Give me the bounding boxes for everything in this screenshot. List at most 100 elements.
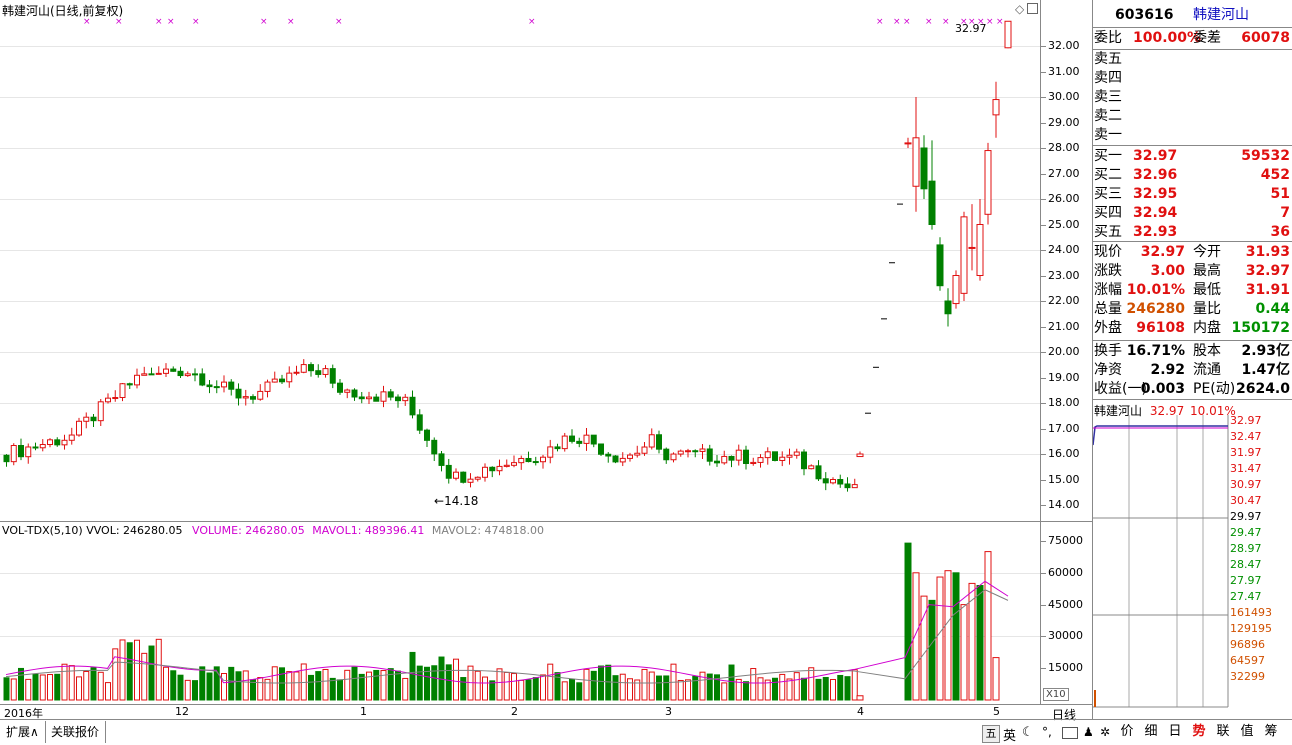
input-method-icon[interactable]: 五	[982, 725, 1000, 743]
volume-bar	[416, 665, 423, 701]
mavol1-value: MAVOL1: 489396.41	[312, 524, 425, 537]
candle-body	[815, 465, 822, 480]
volume-bar	[10, 678, 17, 701]
indicator-name[interactable]: VOL-TDX(5,10)	[2, 524, 83, 537]
volume-bar	[206, 672, 213, 701]
candle-body	[692, 450, 699, 453]
candle-body	[250, 396, 256, 400]
candle-body	[184, 373, 191, 377]
limit-marker: ×	[893, 17, 901, 27]
candle-body	[721, 455, 728, 464]
volume-bar	[750, 668, 757, 701]
language-icon[interactable]: 英	[1003, 725, 1016, 744]
candle-body	[424, 429, 430, 441]
right-tab-4[interactable]: 联	[1212, 721, 1234, 743]
volume-bar	[126, 642, 133, 701]
volume-tick-mark	[1040, 541, 1046, 542]
candle-body	[605, 453, 612, 457]
fundamental-label: PE(动)	[1193, 381, 1236, 397]
punctuation-icon[interactable]: °,	[1042, 725, 1052, 739]
buy-level-row[interactable]: 买五 32.93 36	[1093, 223, 1292, 242]
volume-bar	[170, 670, 177, 701]
tab-related-quotes[interactable]: 关联报价	[45, 721, 107, 743]
candle-body	[380, 391, 387, 402]
volume-bar	[619, 673, 626, 701]
user-icon[interactable]: ♟	[1083, 725, 1094, 739]
mini-volume-tick: 129195	[1230, 622, 1272, 635]
price-tick-mark	[1040, 250, 1046, 251]
period-label[interactable]: 日线	[1052, 706, 1076, 723]
buy-level-row[interactable]: 买四 32.94 7	[1093, 204, 1292, 223]
candle-body	[467, 478, 474, 483]
volume-bar	[344, 669, 351, 701]
candle-body	[83, 416, 90, 422]
volume-bar	[728, 664, 735, 701]
price-tick-mark	[1040, 173, 1046, 175]
buy-level-row[interactable]: 买一 32.97 59532	[1093, 147, 1292, 166]
candle-body	[199, 373, 206, 386]
candle-body	[952, 275, 960, 305]
volume-bar	[242, 670, 249, 701]
time-label-dec: 12	[175, 705, 189, 718]
candle-body	[39, 444, 46, 449]
candle-body	[619, 457, 626, 463]
volume-bar	[793, 672, 800, 701]
buy-level-row[interactable]: 买三 32.95 51	[1093, 185, 1292, 204]
right-tab-3[interactable]: 势	[1188, 721, 1210, 743]
volume-bar	[221, 673, 227, 701]
limit-marker: ×	[83, 17, 91, 27]
price-tick-mark	[1040, 199, 1046, 200]
candle-body	[286, 372, 293, 383]
candle-body	[279, 378, 285, 383]
candle-body	[685, 450, 691, 453]
mini-price-tick: 29.47	[1230, 526, 1262, 539]
candle-body	[395, 396, 401, 402]
right-tab-2[interactable]: 日	[1164, 721, 1186, 743]
candle-body	[25, 446, 32, 458]
candle-body	[445, 464, 452, 479]
stat-value: 96108	[1136, 320, 1185, 336]
candle-body	[844, 483, 851, 489]
candle-body	[213, 386, 220, 389]
buy-level-volume: 36	[1270, 224, 1290, 240]
buy-level-row[interactable]: 买二 32.96 452	[1093, 166, 1292, 185]
candle-body	[47, 439, 53, 446]
price-tick-mark	[1040, 301, 1046, 302]
volume-bar	[815, 678, 822, 701]
candle-body	[641, 446, 648, 454]
candle-body	[944, 300, 952, 315]
volume-bar	[779, 673, 786, 701]
right-tab-0[interactable]: 价	[1116, 721, 1138, 743]
stat-label: 最高	[1193, 263, 1221, 279]
volume-bar	[648, 671, 655, 701]
right-tab-5[interactable]: 值	[1236, 721, 1258, 743]
volume-bar	[235, 671, 242, 701]
volume-tick-mark	[1040, 636, 1046, 638]
time-label-feb: 2	[511, 705, 518, 718]
volume-header: VOL-TDX(5,10) VVOL: 246280.05 VOLUME: 24…	[2, 524, 544, 537]
volume-bar	[90, 667, 97, 701]
kline-chart[interactable]: 韩建河山(日线,前复权) ◇ × × × × × × × × × × × × × × × × × × × 32.97…	[0, 0, 1092, 722]
right-tab-1[interactable]: 细	[1140, 721, 1162, 743]
volume-bar	[76, 676, 82, 701]
price-tick-label: 18.00	[1048, 396, 1080, 409]
volume-value: VOLUME: 246280.05	[192, 524, 305, 537]
tab-expand[interactable]: 扩展∧	[0, 721, 46, 743]
volume-bar	[641, 668, 648, 701]
candle-body	[706, 448, 713, 462]
moon-icon[interactable]: ☾	[1022, 725, 1034, 740]
keyboard-icon[interactable]	[1062, 727, 1078, 739]
mini-price-tick: 30.97	[1230, 478, 1262, 491]
settings-icon[interactable]: ✲	[1100, 725, 1110, 739]
volume-bar	[293, 671, 300, 701]
stat-label: 涨跌	[1094, 263, 1122, 279]
candle-body	[634, 452, 641, 456]
fundamental-label: 股本	[1193, 343, 1221, 359]
candle-body	[984, 150, 992, 215]
volume-bar	[960, 604, 968, 701]
candle-body	[344, 389, 351, 393]
mini-price-tick: 28.47	[1230, 558, 1262, 571]
right-tab-6[interactable]: 筹	[1260, 721, 1282, 743]
stat-label: 量比	[1193, 301, 1221, 317]
volume-bar	[904, 542, 912, 701]
